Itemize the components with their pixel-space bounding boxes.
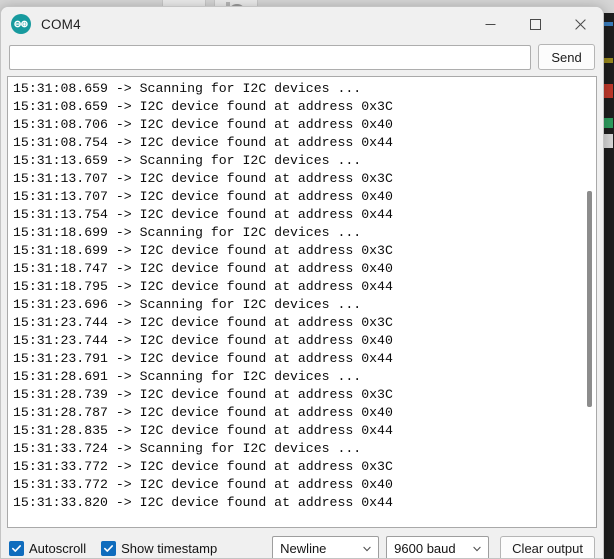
close-button[interactable] bbox=[558, 7, 603, 41]
minimap-marker bbox=[603, 22, 613, 26]
serial-output-line: 15:31:08.659 -> Scanning for I2C devices… bbox=[13, 81, 362, 96]
minimize-icon bbox=[485, 23, 496, 25]
serial-monitor-window: COM4 Send 15:31:08.659 -> Scanning for I… bbox=[0, 6, 604, 559]
serial-output-line: 15:31:33.820 -> I2C device found at addr… bbox=[13, 495, 393, 510]
autoscroll-label: Autoscroll bbox=[29, 540, 87, 556]
check-icon bbox=[104, 544, 114, 552]
serial-output-line: 15:31:23.791 -> I2C device found at addr… bbox=[13, 351, 393, 366]
autoscroll-checkbox[interactable]: Autoscroll bbox=[9, 540, 87, 556]
serial-output-line: 15:31:08.659 -> I2C device found at addr… bbox=[13, 99, 393, 114]
serial-output-line: 15:31:13.754 -> I2C device found at addr… bbox=[13, 207, 393, 222]
serial-send-input[interactable] bbox=[9, 44, 531, 70]
title-bar[interactable]: COM4 bbox=[1, 7, 603, 41]
footer-bar: Autoscroll Show timestamp Newline 9600 b… bbox=[1, 528, 603, 558]
line-ending-value: Newline bbox=[280, 540, 327, 556]
serial-output-line: 15:31:28.787 -> I2C device found at addr… bbox=[13, 405, 393, 420]
minimap-marker bbox=[603, 134, 613, 148]
chevron-down-icon bbox=[473, 546, 481, 552]
serial-output-area[interactable]: 15:31:08.659 -> Scanning for I2C devices… bbox=[7, 76, 597, 528]
autoscroll-checkbox-box bbox=[9, 540, 24, 556]
chevron-down-icon bbox=[363, 546, 371, 552]
serial-output-line: 15:31:33.772 -> I2C device found at addr… bbox=[13, 477, 393, 492]
show-timestamp-checkbox[interactable]: Show timestamp bbox=[101, 540, 218, 556]
maximize-icon bbox=[530, 18, 541, 30]
send-button[interactable]: Send bbox=[538, 44, 595, 70]
serial-output-line: 15:31:08.754 -> I2C device found at addr… bbox=[13, 135, 393, 150]
check-icon bbox=[11, 544, 21, 552]
show-timestamp-label: Show timestamp bbox=[121, 540, 218, 556]
output-scrollbar-thumb[interactable] bbox=[587, 191, 592, 407]
minimize-button[interactable] bbox=[468, 7, 513, 41]
window-title: COM4 bbox=[41, 16, 81, 32]
clear-output-button[interactable]: Clear output bbox=[500, 535, 595, 558]
serial-output-line: 15:31:13.659 -> Scanning for I2C devices… bbox=[13, 153, 362, 168]
serial-output-line: 15:31:33.772 -> I2C device found at addr… bbox=[13, 459, 393, 474]
output-scrollbar-track[interactable] bbox=[586, 79, 594, 525]
serial-output-line: 15:31:18.747 -> I2C device found at addr… bbox=[13, 261, 393, 276]
serial-output-line: 15:31:23.696 -> Scanning for I2C devices… bbox=[13, 297, 362, 312]
serial-output-line: 15:31:18.699 -> I2C device found at addr… bbox=[13, 243, 393, 258]
minimap-marker bbox=[603, 58, 613, 63]
minimap-marker bbox=[603, 84, 613, 98]
serial-output-line: 15:31:08.706 -> I2C device found at addr… bbox=[13, 117, 393, 132]
serial-output-lines: 15:31:08.659 -> Scanning for I2C devices… bbox=[8, 77, 596, 512]
minimap-marker bbox=[603, 118, 613, 128]
serial-output-line: 15:31:28.691 -> Scanning for I2C devices… bbox=[13, 369, 362, 384]
show-timestamp-checkbox-box bbox=[101, 540, 117, 556]
window-controls bbox=[468, 7, 603, 41]
serial-output-line: 15:31:18.699 -> Scanning for I2C devices… bbox=[13, 225, 362, 240]
serial-output-line: 15:31:13.707 -> I2C device found at addr… bbox=[13, 189, 393, 204]
serial-output-line: 15:31:33.724 -> Scanning for I2C devices… bbox=[13, 441, 362, 456]
serial-output-line: 15:31:18.795 -> I2C device found at addr… bbox=[13, 279, 393, 294]
send-row: Send bbox=[1, 41, 603, 76]
baud-rate-dropdown[interactable]: 9600 baud bbox=[386, 536, 490, 558]
serial-output-line: 15:31:28.835 -> I2C device found at addr… bbox=[13, 423, 393, 438]
serial-output-line: 15:31:28.739 -> I2C device found at addr… bbox=[13, 387, 393, 402]
baud-rate-value: 9600 baud bbox=[394, 540, 456, 556]
close-icon bbox=[575, 18, 586, 30]
serial-output-line: 15:31:23.744 -> I2C device found at addr… bbox=[13, 315, 393, 330]
maximize-button[interactable] bbox=[513, 7, 558, 41]
serial-output-line: 15:31:13.707 -> I2C device found at addr… bbox=[13, 171, 393, 186]
serial-output-line: 15:31:23.744 -> I2C device found at addr… bbox=[13, 333, 393, 348]
line-ending-dropdown[interactable]: Newline bbox=[272, 536, 380, 558]
arduino-logo-icon bbox=[11, 14, 31, 34]
